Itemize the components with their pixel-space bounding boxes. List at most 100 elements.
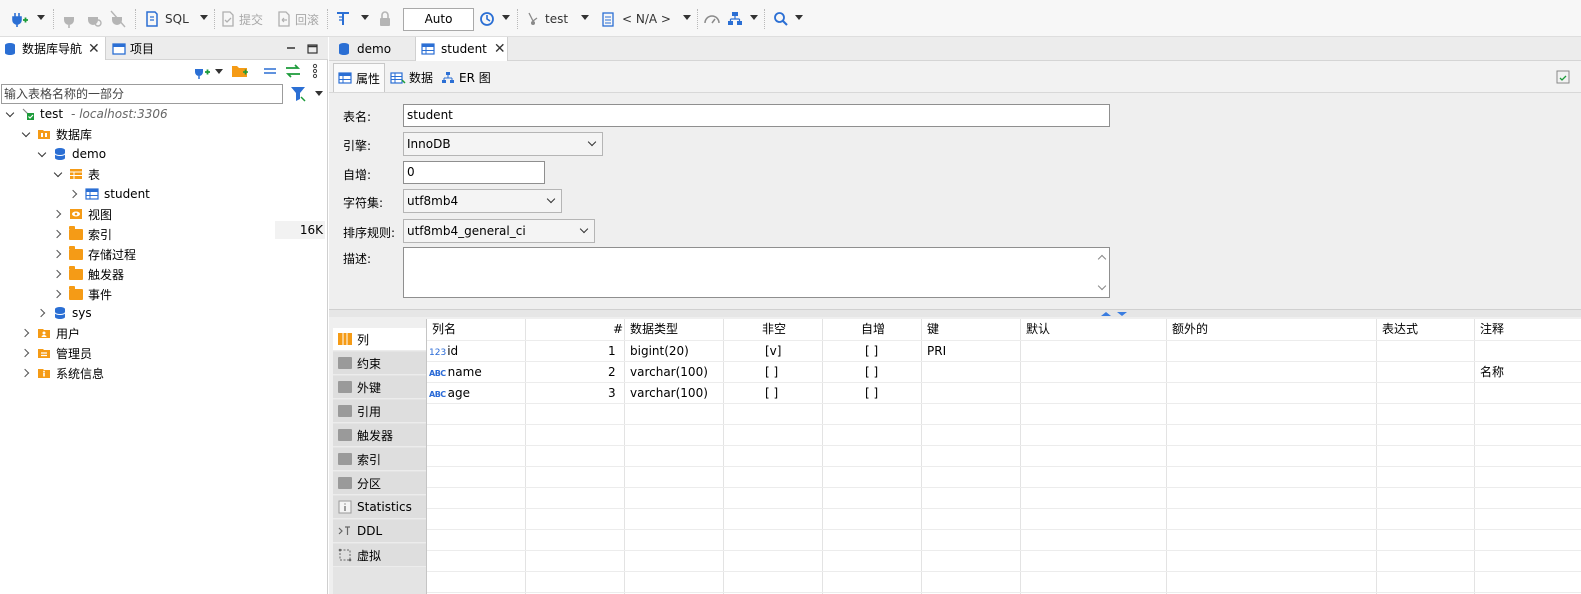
collapse-all-icon[interactable]	[262, 64, 278, 81]
tree-item-triggers[interactable]: 触发器	[53, 264, 124, 284]
maximize-icon[interactable]	[307, 43, 318, 57]
save-icon[interactable]	[1556, 70, 1570, 87]
col-header-name[interactable]: 列名	[427, 319, 456, 340]
new-connection-icon[interactable]	[10, 8, 28, 30]
scroll-up-icon[interactable]	[1097, 254, 1107, 264]
close-icon[interactable]: ✕	[494, 41, 506, 57]
tab-student[interactable]: student ✕	[415, 37, 508, 61]
tree-item-tables[interactable]: 表	[53, 164, 100, 184]
vtab-statistics[interactable]: Statistics	[333, 496, 426, 519]
auto-increment-input[interactable]: 0	[403, 161, 545, 184]
col-header-not-null[interactable]: 非空	[757, 319, 786, 340]
vtab-indexes[interactable]: 索引	[333, 448, 426, 471]
column-not-null[interactable]: [v]	[765, 341, 781, 362]
tab-demo[interactable]: demo	[333, 37, 413, 61]
splitter-arrows-icon[interactable]	[1099, 310, 1129, 318]
tree-item-indexes[interactable]: 索引	[53, 224, 112, 244]
vtab-partitions[interactable]: 分区	[333, 472, 426, 495]
col-header-expression[interactable]: 表达式	[1377, 319, 1418, 340]
navigator-tree-icon[interactable]	[727, 8, 743, 30]
table-row[interactable]: ABC name	[429, 362, 482, 383]
table-row[interactable]: ABC age	[429, 383, 470, 404]
filter-dropdown-icon[interactable]	[315, 91, 323, 96]
schema-selector[interactable]: < N/A >	[601, 8, 671, 30]
column-auto-increment[interactable]: [ ]	[865, 341, 878, 362]
tree-item-users[interactable]: 用户	[21, 323, 80, 343]
transaction-log-dropdown-icon[interactable]	[502, 15, 510, 20]
dashboard-icon[interactable]	[703, 8, 721, 30]
subtab-er-diagram[interactable]: ER 图	[437, 63, 495, 92]
vtab-columns[interactable]: 列	[333, 328, 426, 351]
datasource-dropdown-icon[interactable]	[581, 15, 589, 20]
close-icon[interactable]: ✕	[88, 41, 100, 57]
column-not-null[interactable]: [ ]	[765, 383, 778, 404]
subtab-properties[interactable]: 属性	[333, 63, 386, 92]
expand-icon[interactable]	[37, 148, 49, 160]
expand-icon[interactable]	[53, 168, 65, 180]
transaction-mode-dropdown-icon[interactable]	[361, 15, 369, 20]
minimize-icon[interactable]	[286, 43, 296, 57]
col-header-default[interactable]: 默认	[1021, 319, 1050, 340]
tab-database-navigator[interactable]: 数据库导航 ✕	[0, 37, 106, 60]
expand-icon[interactable]	[53, 288, 65, 300]
new-connection-dropdown-icon[interactable]	[37, 15, 45, 20]
link-editor-icon[interactable]	[284, 63, 302, 82]
vtab-constraints[interactable]: 约束	[333, 352, 426, 375]
expand-icon[interactable]	[53, 268, 65, 280]
column-auto-increment[interactable]: [ ]	[865, 362, 878, 383]
transaction-mode-icon[interactable]	[335, 8, 353, 30]
charset-select[interactable]: utf8mb4	[403, 189, 562, 213]
col-header-number[interactable]: #	[608, 319, 623, 340]
tree-item-events[interactable]: 事件	[53, 284, 112, 304]
tree-item-system-info[interactable]: 系统信息	[21, 363, 104, 383]
expand-icon[interactable]	[5, 108, 17, 120]
expand-icon[interactable]	[37, 307, 49, 319]
expand-icon[interactable]	[53, 208, 65, 220]
col-header-data-type[interactable]: 数据类型	[625, 319, 678, 340]
col-header-extra[interactable]: 额外的	[1167, 319, 1208, 340]
new-folder-icon[interactable]	[231, 63, 249, 82]
navigator-tree-dropdown-icon[interactable]	[750, 15, 758, 20]
expand-icon[interactable]	[21, 367, 33, 379]
tab-projects[interactable]: 项目	[110, 37, 154, 60]
vtab-virtual[interactable]: 虚拟	[333, 544, 426, 567]
commit-button[interactable]: 提交	[220, 8, 263, 30]
filter-icon[interactable]	[290, 85, 308, 106]
vtab-references[interactable]: 引用	[333, 400, 426, 423]
subtab-data[interactable]: 数据	[386, 63, 437, 92]
engine-select[interactable]: InnoDB	[403, 132, 603, 156]
new-connection-dropdown-icon[interactable]	[215, 69, 223, 74]
tree-item-procedures[interactable]: 存储过程	[53, 244, 136, 264]
datasource-selector[interactable]: test	[526, 8, 568, 30]
tree-item-admins[interactable]: 管理员	[21, 343, 92, 363]
column-auto-increment[interactable]: [ ]	[865, 383, 878, 404]
expand-icon[interactable]	[21, 347, 33, 359]
tree-item-databases[interactable]: 数据库	[21, 124, 92, 144]
expand-icon[interactable]	[53, 228, 65, 240]
collation-select[interactable]: utf8mb4_general_ci	[403, 219, 595, 243]
sql-editor-button[interactable]: SQL	[144, 8, 189, 30]
sql-dropdown-icon[interactable]	[200, 15, 208, 20]
lock-icon[interactable]	[378, 8, 392, 30]
tree-item-demo[interactable]: demo	[37, 144, 106, 164]
expand-icon[interactable]	[53, 248, 65, 260]
table-row[interactable]: 123id	[429, 341, 458, 362]
reconnect-icon[interactable]	[86, 8, 102, 30]
description-textarea[interactable]	[403, 247, 1110, 298]
search-dropdown-icon[interactable]	[795, 15, 803, 20]
schema-dropdown-icon[interactable]	[683, 15, 691, 20]
table-filter-input[interactable]: 输入表格名称的一部分	[1, 84, 283, 104]
view-menu-icon[interactable]	[311, 63, 319, 82]
col-header-auto-increment[interactable]: 自增	[856, 319, 885, 340]
connect-icon[interactable]	[62, 8, 76, 30]
tree-item-views[interactable]: 视图	[53, 204, 112, 224]
scroll-down-icon[interactable]	[1097, 281, 1107, 291]
tree-item-sys[interactable]: sys	[37, 303, 92, 323]
expand-icon[interactable]	[21, 128, 33, 140]
table-name-input[interactable]: student	[403, 104, 1110, 127]
vtab-triggers[interactable]: 触发器	[333, 424, 426, 447]
expand-icon[interactable]	[21, 327, 33, 339]
transaction-log-icon[interactable]	[478, 8, 496, 30]
column-not-null[interactable]: [ ]	[765, 362, 778, 383]
rollback-button[interactable]: 回滚	[276, 8, 319, 30]
